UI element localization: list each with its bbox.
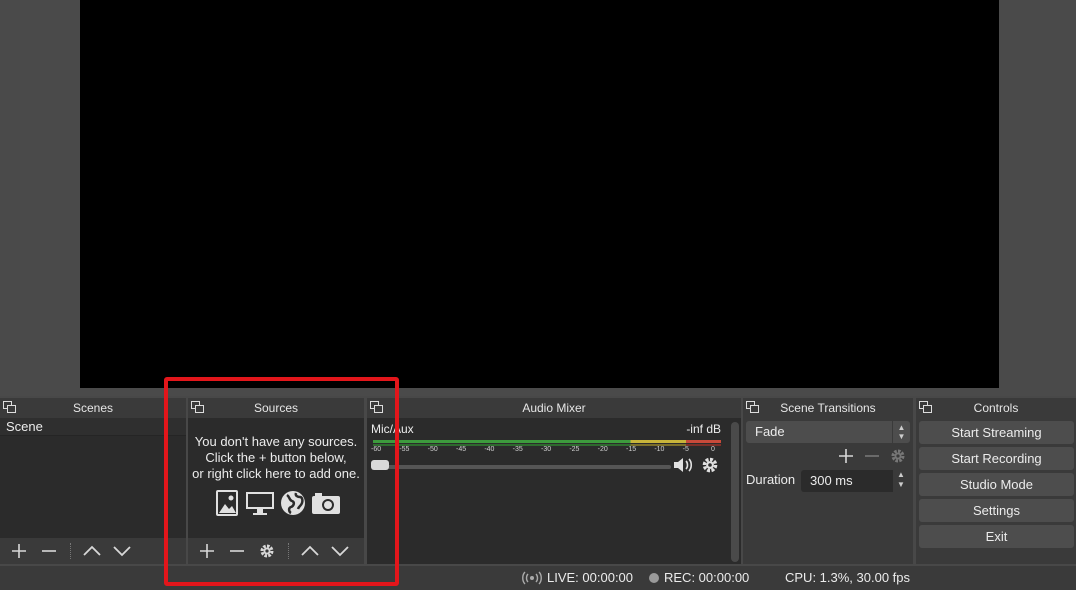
cpu-status: CPU: 1.3%, 30.00 fps — [785, 570, 910, 585]
channel-name: Mic/Aux — [371, 422, 414, 436]
live-time: LIVE: 00:00:00 — [547, 570, 634, 585]
volume-slider-track[interactable] — [375, 465, 671, 469]
meter-ticks: -60 -55 -50 -45 -40 -35 -30 -25 -20 -15 -10 -5 0 — [371, 446, 723, 456]
sources-list[interactable]: You don't have any sources. Click the + … — [188, 418, 364, 538]
gear-icon — [891, 449, 905, 463]
meter-tick-label: -30 — [541, 446, 552, 453]
meter-tick-label: -55 — [399, 446, 410, 453]
exit-button[interactable]: Exit — [919, 525, 1074, 548]
transition-select[interactable]: Fade ▲ ▼ — [746, 421, 910, 443]
toolbar-separator — [288, 543, 289, 559]
record-dot-icon — [649, 572, 659, 583]
remove-source-button[interactable] — [222, 538, 252, 564]
broadcast-icon — [522, 571, 542, 584]
empty-line: You don't have any sources. — [194, 434, 358, 449]
minus-icon — [42, 550, 56, 552]
scenes-list[interactable]: Scene — [0, 418, 186, 538]
meter-tick-label: -60 — [371, 446, 382, 453]
plus-icon — [839, 449, 853, 463]
gear-icon[interactable] — [701, 456, 719, 474]
add-source-button[interactable] — [192, 538, 222, 564]
scenes-title: Scenes — [72, 401, 114, 415]
meter-tick-label: -35 — [512, 446, 523, 453]
meter-tick-label: -45 — [456, 446, 467, 453]
scene-transitions-title: Scene Transitions — [780, 401, 876, 415]
toolbar-separator — [70, 543, 71, 559]
mixer-scrollbar[interactable] — [731, 422, 739, 562]
duration-label: Duration — [746, 472, 796, 487]
gear-icon — [260, 544, 274, 558]
transition-properties-button[interactable] — [887, 446, 909, 466]
select-arrows-icon: ▲ ▼ — [892, 421, 910, 443]
add-scene-button[interactable] — [4, 538, 34, 564]
preview-canvas[interactable] — [80, 0, 999, 388]
audio-mixer-title: Audio Mixer — [522, 401, 586, 415]
move-source-up-button[interactable] — [295, 538, 325, 564]
sources-toolbar — [188, 538, 364, 564]
controls-body: Start Streaming Start Recording Studio M… — [916, 418, 1076, 564]
meter-tick-label: 0 — [711, 446, 715, 453]
plus-icon — [200, 544, 214, 558]
display-capture-icon — [245, 488, 275, 518]
chevron-down-icon — [113, 546, 131, 557]
sources-empty-message: You don't have any sources. Click the + … — [188, 434, 364, 482]
controls-dock: Controls Start Streaming Start Recording… — [916, 398, 1076, 564]
meter-tick-label: -20 — [597, 446, 608, 453]
meter-tick-label: -50 — [427, 446, 438, 453]
sources-title: Sources — [253, 401, 299, 415]
mixer-channels: Mic/Aux -inf dB -60 -55 -50 -45 -40 -35 -30 -25… — [367, 418, 741, 564]
duration-input[interactable]: 300 ms ▲ ▼ — [801, 470, 909, 492]
meter-tick-label: -25 — [569, 446, 580, 453]
channel-level: -inf dB — [686, 422, 721, 436]
empty-line: Click the + button below, — [205, 450, 347, 465]
remove-scene-button[interactable] — [34, 538, 64, 564]
volume-slider-handle[interactable] — [371, 460, 389, 470]
source-properties-button[interactable] — [252, 538, 282, 564]
settings-button[interactable]: Settings — [919, 499, 1074, 522]
meter-tick-label: -15 — [626, 446, 637, 453]
move-source-down-button[interactable] — [325, 538, 355, 564]
start-recording-button[interactable]: Start Recording — [919, 447, 1074, 470]
move-scene-up-button[interactable] — [77, 538, 107, 564]
rec-status: REC: 00:00:00 — [649, 570, 749, 585]
transition-selected: Fade — [755, 424, 785, 439]
meter-tick-label: -5 — [682, 446, 689, 453]
meter-tick-label: -40 — [484, 446, 495, 453]
scene-item[interactable]: Scene — [0, 418, 186, 436]
sources-dock: Sources You don't have any sources. Clic… — [188, 398, 364, 564]
chevron-up-icon — [301, 545, 319, 556]
transition-buttons — [835, 446, 909, 466]
remove-transition-button[interactable] — [861, 446, 883, 466]
scene-transitions-dock: Scene Transitions Fade ▲ ▼ Duration 300 m… — [743, 398, 913, 564]
duration-spinner-icon[interactable]: ▲ ▼ — [893, 470, 909, 492]
minus-icon — [865, 455, 879, 457]
volume-meter — [373, 440, 721, 443]
minus-icon — [230, 550, 244, 552]
speaker-icon[interactable] — [673, 456, 695, 474]
empty-line: or right click here to add one. — [192, 466, 360, 481]
preview-area — [0, 0, 1076, 396]
duration-value: 300 ms — [810, 473, 853, 488]
globe-icon — [278, 488, 308, 518]
source-type-icons — [188, 488, 364, 518]
scenes-toolbar — [0, 538, 186, 564]
controls-title: Controls — [973, 401, 1019, 415]
chevron-down-icon — [331, 546, 349, 557]
rec-time: REC: 00:00:00 — [664, 570, 750, 585]
meter-tick-label: -10 — [654, 446, 665, 453]
start-streaming-button[interactable]: Start Streaming — [919, 421, 1074, 444]
live-status: LIVE: 00:00:00 — [522, 570, 633, 585]
plus-icon — [12, 544, 26, 558]
chevron-up-icon — [83, 545, 101, 556]
cpu-fps: CPU: 1.3%, 30.00 fps — [785, 570, 911, 585]
audio-mixer-dock: Audio Mixer Mic/Aux -inf dB -60 -55 -50 -45… — [367, 398, 741, 564]
studio-mode-button[interactable]: Studio Mode — [919, 473, 1074, 496]
scenes-dock: Scenes Scene — [0, 398, 186, 564]
status-bar: LIVE: 00:00:00 REC: 00:00:00 CPU: 1.3%, … — [0, 566, 1076, 590]
add-transition-button[interactable] — [835, 446, 857, 466]
image-icon — [212, 488, 242, 518]
move-scene-down-button[interactable] — [107, 538, 137, 564]
camera-icon — [311, 488, 341, 518]
transitions-body: Fade ▲ ▼ Duration 300 ms ▲ ▼ — [743, 418, 913, 564]
